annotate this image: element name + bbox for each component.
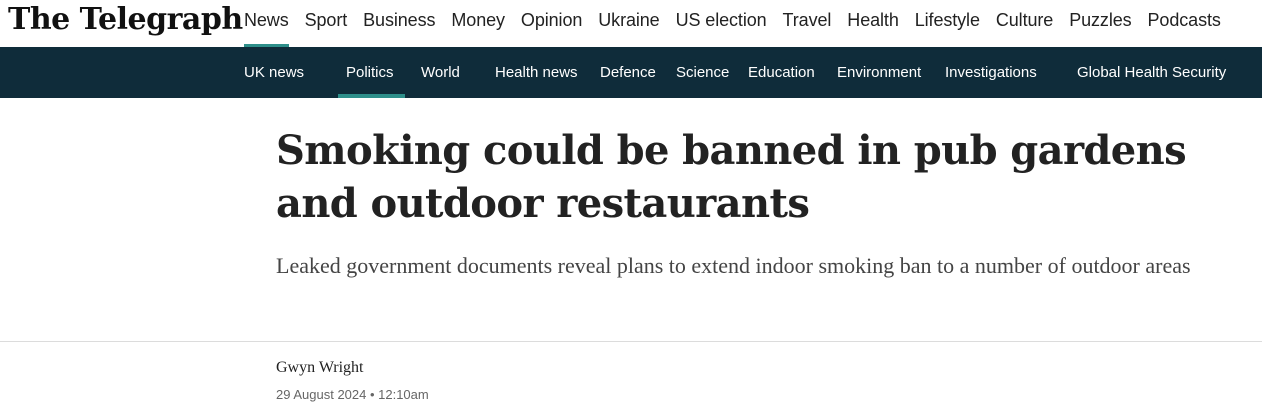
subnav-item-defence[interactable]: Defence	[592, 47, 668, 98]
subnav-item-environment[interactable]: Environment	[829, 47, 937, 98]
subnav-item-education[interactable]: Education	[740, 47, 829, 98]
subnav-item-uk-news[interactable]: UK news	[236, 47, 338, 98]
nav-item-news[interactable]: News	[236, 0, 297, 47]
article-standfirst: Leaked government documents reveal plans…	[276, 253, 1191, 278]
subnav-item-world[interactable]: World	[413, 47, 487, 98]
subnav-item-investigations[interactable]: Investigations	[937, 47, 1069, 98]
nav-item-travel[interactable]: Travel	[775, 0, 840, 47]
nav-item-us-election[interactable]: US election	[668, 0, 775, 47]
nav-item-health[interactable]: Health	[839, 0, 906, 47]
nav-item-money[interactable]: Money	[443, 0, 513, 47]
subnav-item-science[interactable]: Science	[668, 47, 740, 98]
nav-item-culture[interactable]: Culture	[988, 0, 1061, 47]
secondary-nav-items: UK news Politics World Health news Defen…	[236, 47, 1234, 98]
nav-item-lifestyle[interactable]: Lifestyle	[907, 0, 988, 47]
telegraph-logo[interactable]: The Telegraph	[8, 2, 243, 38]
top-header: The Telegraph News Sport Business Money …	[0, 0, 1262, 47]
nav-item-sport[interactable]: Sport	[297, 0, 356, 47]
subnav-item-health-news[interactable]: Health news	[487, 47, 592, 98]
subnav-item-politics[interactable]: Politics	[338, 47, 405, 98]
article-headline: Smoking could be banned in pub gardens a…	[276, 127, 1187, 227]
primary-nav: News Sport Business Money Opinion Ukrain…	[236, 0, 1229, 47]
author-link[interactable]: Gwyn Wright	[276, 359, 364, 377]
nav-item-opinion[interactable]: Opinion	[513, 0, 590, 47]
secondary-nav: UK news Politics World Health news Defen…	[0, 47, 1262, 98]
subnav-item-global-health-security[interactable]: Global Health Security	[1069, 47, 1234, 98]
section-divider	[0, 341, 1262, 342]
nav-item-business[interactable]: Business	[355, 0, 443, 47]
publish-date: 29 August 2024 • 12:10am	[276, 387, 429, 402]
nav-item-podcasts[interactable]: Podcasts	[1140, 0, 1229, 47]
nav-item-puzzles[interactable]: Puzzles	[1061, 0, 1139, 47]
nav-item-ukraine[interactable]: Ukraine	[590, 0, 667, 47]
